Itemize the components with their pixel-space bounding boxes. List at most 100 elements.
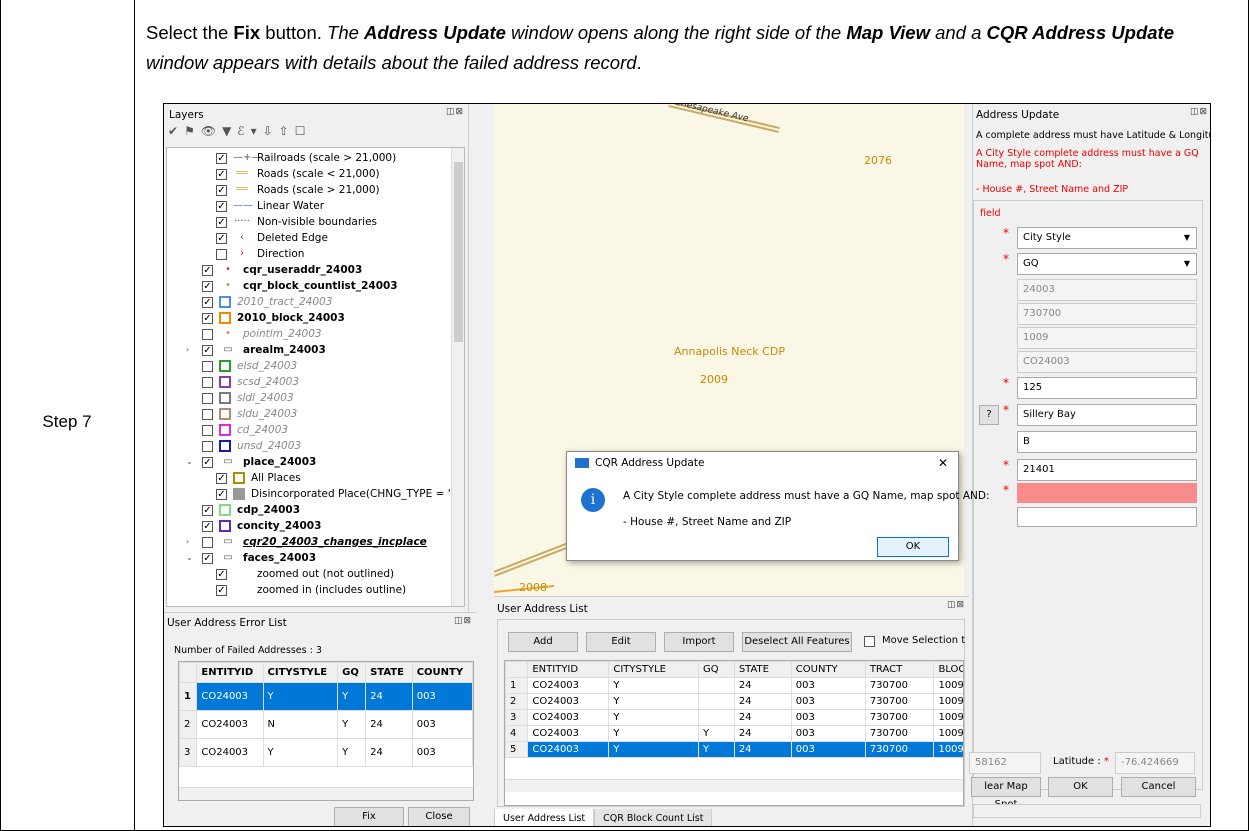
layer-toolbar-icon[interactable]: ▾ (251, 124, 257, 144)
layers-scrollbar[interactable] (451, 148, 464, 606)
layer-row[interactable]: elsd_24003 (202, 358, 297, 374)
layer-checkbox[interactable]: ✓ (216, 168, 227, 180)
gq-name-field-invalid[interactable] (1017, 483, 1197, 503)
street-lookup-button[interactable]: ? (979, 405, 999, 425)
layer-checkbox[interactable]: ✓ (202, 456, 213, 468)
layer-checkbox[interactable] (202, 360, 213, 372)
user-list-window-buttons[interactable]: ◫⊠ (947, 600, 965, 610)
layer-row[interactable]: ✓ Disincorporated Place(CHNG_TYPE = 'X') (216, 486, 464, 502)
move-selection-checkbox[interactable] (864, 636, 875, 647)
layer-toolbar-icon[interactable]: ▼ (222, 124, 231, 144)
cancel-button[interactable]: Cancel (1121, 777, 1196, 797)
layer-row[interactable]: ✓ • cqr_block_countlist_24003 (202, 278, 398, 294)
table-row[interactable]: 2 CO24003 N Y 24 003 (179, 710, 473, 739)
clear-map-spot-button[interactable]: lear Map Spot (971, 777, 1041, 810)
layer-checkbox[interactable] (202, 392, 213, 404)
address-update-window-buttons[interactable]: ◫⊠ (1190, 107, 1208, 117)
expand-arrow-icon[interactable]: › (186, 342, 198, 358)
layer-checkbox[interactable] (202, 376, 213, 388)
layer-checkbox[interactable]: ✓ (202, 296, 213, 308)
layer-row[interactable]: ✓ ══ Roads (scale < 21,000) (216, 166, 380, 182)
table-row[interactable]: 5CO24003YY240037307001009240037 (505, 741, 963, 758)
deselect-all-button[interactable]: Deselect All Features (742, 632, 852, 652)
layer-checkbox[interactable] (202, 424, 213, 436)
layer-row[interactable]: › Direction (216, 246, 304, 262)
close-button[interactable]: Close (408, 807, 470, 826)
layer-checkbox[interactable]: ✓ (216, 200, 227, 212)
layer-toolbar-icon[interactable]: ℰ (237, 124, 244, 144)
layer-row[interactable]: cd_24003 (202, 422, 288, 438)
layer-toolbar-icon[interactable]: ⇩ (263, 124, 273, 144)
layer-row[interactable]: ⌄ ✓ ▭ faces_24003 (186, 550, 316, 566)
expand-arrow-icon[interactable]: › (186, 534, 198, 550)
layer-row[interactable]: ✓ concity_24003 (202, 518, 321, 534)
layer-row[interactable]: ✓ ══ Roads (scale > 21,000) (216, 182, 380, 198)
layer-row[interactable]: ✓ zoomed out (not outlined) (216, 566, 394, 582)
layer-checkbox[interactable]: ✓ (202, 312, 213, 324)
layer-row[interactable]: ✓ ‹ Deleted Edge (216, 230, 328, 246)
close-icon[interactable]: ✕ (938, 456, 948, 470)
layer-checkbox[interactable]: ✓ (202, 520, 213, 532)
layer-checkbox[interactable]: ✓ (202, 504, 213, 516)
table-row[interactable]: 3CO24003Y240037307001009240037 (505, 709, 963, 726)
address-hscrollbar[interactable] (973, 804, 1201, 818)
layer-row[interactable]: ✓ 2010_block_24003 (202, 310, 345, 326)
column-header[interactable]: ENTITYID (527, 661, 610, 678)
tab-cqr-block-count-list[interactable]: CQR Block Count List (594, 809, 713, 826)
gq-select[interactable]: GQ ▼ (1017, 253, 1197, 275)
column-header[interactable]: CITYSTYLE (608, 661, 699, 678)
tab-user-address-list[interactable]: User Address List (494, 809, 595, 826)
layer-checkbox[interactable]: ✓ (202, 552, 213, 564)
layer-checkbox[interactable] (202, 440, 213, 452)
layer-checkbox[interactable]: ✓ (202, 264, 213, 276)
layer-toolbar-icon[interactable]: ⇧ (279, 124, 289, 144)
layer-checkbox[interactable]: ✓ (216, 584, 227, 596)
layer-toolbar-icon[interactable]: ☐ (295, 124, 306, 144)
expand-arrow-icon[interactable]: ⌄ (186, 454, 198, 470)
layer-checkbox[interactable]: ✓ (216, 472, 227, 484)
layers-window-buttons[interactable]: ◫⊠ (446, 107, 464, 117)
layer-checkbox[interactable]: ✓ (216, 216, 227, 228)
table-row[interactable]: 1 CO24003 Y Y 24 003 (179, 682, 473, 711)
column-header[interactable]: ENTITYID (196, 662, 264, 683)
column-header[interactable]: COUNTY (790, 661, 866, 678)
layer-toolbar-icon[interactable]: ⚑ (184, 124, 195, 144)
city-style-select[interactable]: City Style ▼ (1017, 227, 1197, 249)
layer-row[interactable]: ✓ cdp_24003 (202, 502, 300, 518)
layer-checkbox[interactable]: ✓ (216, 152, 227, 164)
layer-row[interactable]: ✓ —— Linear Water (216, 198, 324, 214)
table-row[interactable]: 4CO24003YY240037307001009240037 (505, 725, 963, 742)
column-header[interactable]: BLOCK (933, 661, 963, 678)
table-row[interactable]: 3 CO24003 Y Y 24 003 (179, 738, 473, 767)
column-header[interactable]: TRACT (864, 661, 935, 678)
unit-field[interactable]: B (1017, 431, 1197, 453)
column-header[interactable]: GQ (337, 662, 367, 683)
layer-checkbox[interactable] (202, 536, 213, 548)
layer-row[interactable]: ✓ ····· Non-visible boundaries (216, 214, 377, 230)
layer-row[interactable]: ✓ • cqr_useraddr_24003 (202, 262, 362, 278)
table-row[interactable]: 2CO24003Y240037307001009240037 (505, 693, 963, 710)
add-button[interactable]: Add (508, 632, 578, 652)
layer-row[interactable]: › ✓ ▭ arealm_24003 (186, 342, 326, 358)
layer-checkbox[interactable] (216, 248, 227, 260)
house-number-field[interactable]: 125 (1017, 377, 1197, 399)
layer-row[interactable]: unsd_24003 (202, 438, 301, 454)
layer-row[interactable]: sldu_24003 (202, 406, 297, 422)
layer-row[interactable]: ✓ zoomed in (includes outline) (216, 582, 406, 598)
layer-row[interactable]: ✓ All Places (216, 470, 301, 486)
layer-checkbox[interactable] (202, 328, 213, 340)
layer-toolbar-icon[interactable]: 👁 (201, 124, 216, 144)
fix-button[interactable]: Fix (334, 807, 404, 826)
layer-checkbox[interactable]: ✓ (216, 488, 227, 500)
edit-button[interactable]: Edit (586, 632, 656, 652)
expand-arrow-icon[interactable]: ⌄ (186, 550, 198, 566)
import-button[interactable]: Import (664, 632, 734, 652)
ok-button[interactable]: OK (1048, 777, 1113, 797)
layer-toolbar-icon[interactable]: ✔ (168, 124, 178, 144)
layer-row[interactable]: ✓ 2010_tract_24003 (202, 294, 332, 310)
error-hscrollbar[interactable] (179, 787, 473, 800)
layer-checkbox[interactable]: ✓ (202, 280, 213, 292)
zip-field[interactable]: 21401 (1017, 459, 1197, 481)
column-header[interactable]: STATE (365, 662, 413, 683)
dialog-ok-button[interactable]: OK (877, 537, 949, 557)
